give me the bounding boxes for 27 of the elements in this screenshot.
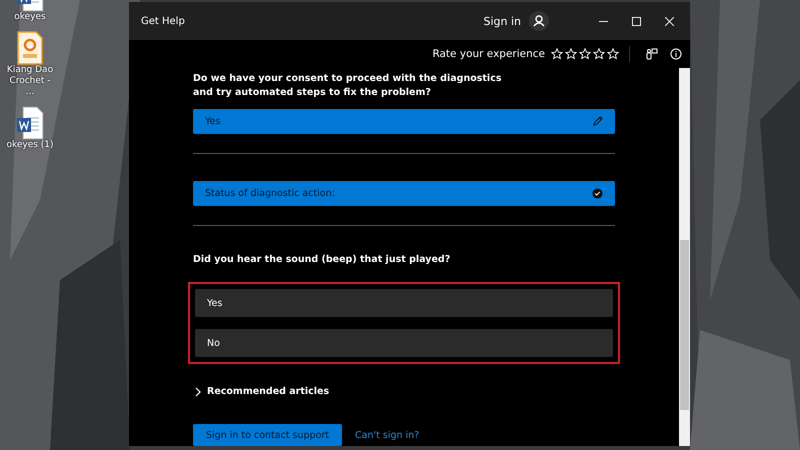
pencil-icon[interactable] [592,116,603,128]
file-label[interactable]: Kiang Dao Crochet - ... [5,65,55,98]
option-button[interactable]: Yes [195,289,613,317]
file-label[interactable]: okeyes (1) [5,140,55,151]
star-rating[interactable] [551,48,619,60]
document-icon[interactable] [15,106,45,140]
contact-support-button[interactable]: Sign in to contact support [193,424,342,446]
person-icon[interactable] [529,11,549,31]
question-text: Do we have your consent to proceed with the diagnostics and try automated steps to fix the problem? [193,72,502,100]
file-label[interactable]: okeyes [5,12,55,23]
rate-label: Rate your experience [432,48,545,60]
status-text: Status of diagnostic action: [205,188,335,200]
option-button[interactable]: No [195,329,613,357]
pdf-file-icon[interactable] [15,31,45,65]
window-title: Get Help [141,16,185,26]
section-toggle[interactable]: Recommended articles [207,386,330,397]
answer-text: Yes [205,116,220,128]
question-text: Did you hear the sound (beep) that just played? [193,253,452,267]
share-icon[interactable] [646,48,658,60]
maximize-icon[interactable] [632,16,641,26]
checkmark-icon [592,188,603,200]
info-icon[interactable] [670,48,682,60]
sign-in-button[interactable]: Sign in [483,14,521,28]
scrollbar[interactable] [679,68,690,446]
cant-sign-in-link[interactable]: Can't sign in? [355,430,420,440]
chevron-right-icon[interactable] [193,386,203,396]
close-icon[interactable] [665,16,674,26]
